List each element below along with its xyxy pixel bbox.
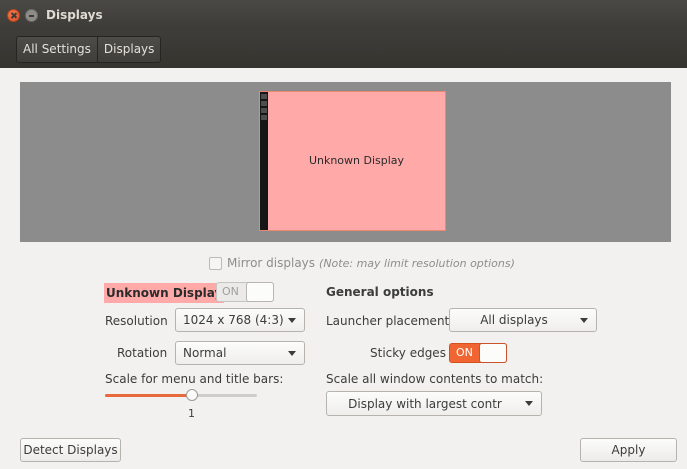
toggle-knob	[479, 343, 507, 363]
display-enabled-toggle-label: ON	[222, 285, 239, 298]
launcher-slot	[261, 94, 267, 99]
mirror-displays-checkbox[interactable]	[209, 256, 222, 270]
sticky-edges-toggle[interactable]: ON	[449, 343, 507, 363]
mirror-displays-label: Mirror displays	[227, 256, 316, 270]
scale-all-label: Scale all window contents to match:	[326, 372, 544, 386]
rotation-value: Normal	[183, 346, 227, 360]
launcher-placement-value: All displays	[480, 313, 548, 327]
resolution-dropdown[interactable]: 1024 x 768 (4:3)	[175, 308, 305, 332]
monitor-label: Unknown Display	[308, 154, 405, 167]
general-options-heading: General options	[326, 285, 434, 299]
toggle-knob	[246, 282, 274, 302]
breadcrumb: All Settings Displays	[16, 36, 162, 63]
close-icon[interactable]	[7, 9, 20, 22]
minimize-icon[interactable]	[25, 9, 38, 22]
chevron-down-icon	[288, 318, 296, 323]
title-bar: Displays	[0, 0, 687, 31]
detect-displays-button[interactable]: Detect Displays	[20, 438, 121, 462]
scale-all-value: Display with largest contr	[348, 396, 502, 411]
scale-all-dropdown[interactable]: Display with largest contr	[326, 391, 542, 416]
launcher-slot	[261, 108, 267, 113]
breadcrumb-all-settings[interactable]: All Settings	[17, 37, 97, 62]
launcher-slot	[261, 101, 267, 106]
launcher-bar-preview	[260, 92, 268, 230]
rotation-label: Rotation	[117, 346, 168, 360]
launcher-placement-label: Launcher placement	[326, 314, 450, 328]
scale-value: 1	[188, 407, 195, 420]
breadcrumb-displays[interactable]: Displays	[96, 37, 160, 62]
mirror-displays-option: Mirror displays (Note: may limit resolut…	[209, 256, 515, 270]
resolution-label: Resolution	[105, 314, 168, 328]
display-name: Unknown Display	[104, 283, 225, 303]
toolbar: All Settings Displays	[0, 31, 687, 68]
display-arrangement-area: Unknown Display	[20, 82, 671, 242]
sticky-edges-toggle-label: ON	[456, 346, 473, 359]
display-enabled-toggle[interactable]: ON	[216, 282, 274, 302]
launcher-placement-dropdown[interactable]: All displays	[449, 308, 597, 332]
scale-menu-label: Scale for menu and title bars:	[105, 372, 284, 386]
sticky-edges-label: Sticky edges	[370, 346, 446, 360]
scale-slider[interactable]	[105, 389, 257, 401]
window-title: Displays	[46, 8, 103, 22]
launcher-slot	[261, 115, 267, 120]
mirror-displays-note: (Note: may limit resolution options)	[319, 256, 515, 270]
displays-panel: Unknown Display Mirror displays (Note: m…	[8, 68, 679, 466]
scale-slider-fill	[105, 394, 192, 397]
monitor-preview[interactable]: Unknown Display	[259, 91, 446, 231]
chevron-down-icon	[580, 318, 588, 323]
chevron-down-icon	[525, 401, 533, 406]
scale-slider-handle[interactable]	[186, 389, 198, 401]
chevron-down-icon	[288, 351, 296, 356]
apply-button[interactable]: Apply	[580, 438, 677, 462]
resolution-value: 1024 x 768 (4:3)	[183, 313, 284, 327]
rotation-dropdown[interactable]: Normal	[175, 341, 305, 365]
